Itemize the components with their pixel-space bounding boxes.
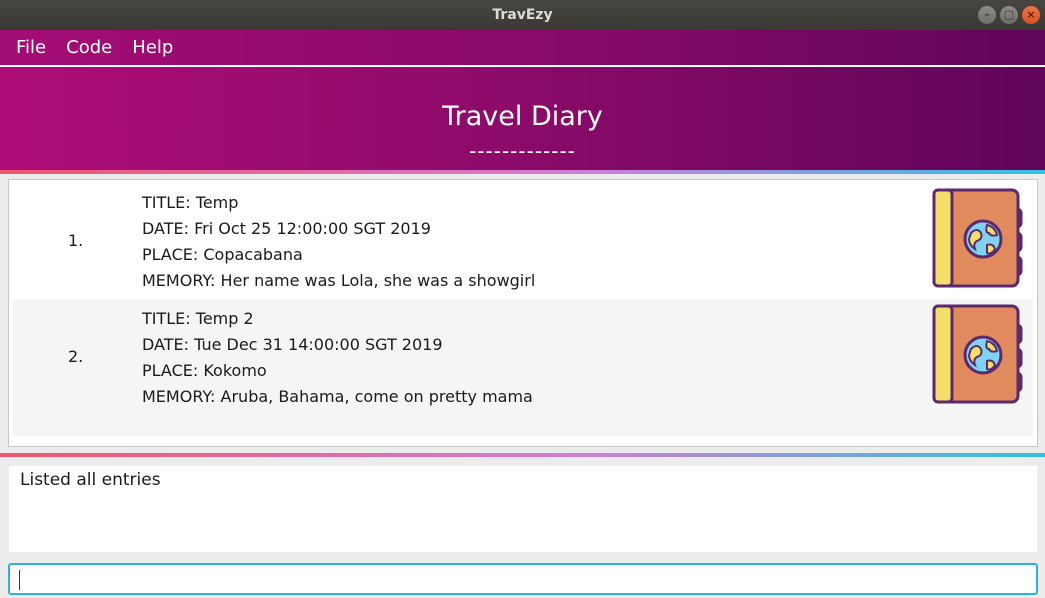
passport-globe-icon [932,304,1023,404]
entry-title: TITLE: Temp 2 [142,309,254,328]
entry-memory: MEMORY: Aruba, Bahama, come on pretty ma… [142,387,533,406]
page-title: Travel Diary [442,101,603,132]
entry-index: 1. [68,231,84,250]
entry-fields: TITLE: Temp DATE: Fri Oct 25 12:00:00 SG… [142,191,535,295]
accent-divider-top [0,170,1045,174]
entry-index: 2. [68,347,84,366]
passport-globe-icon [932,188,1023,288]
result-text: Listed all entries [20,470,161,490]
entry-list-panel[interactable]: 1. TITLE: Temp DATE: Fri Oct 25 12:00:00… [8,179,1038,447]
entry-memory: MEMORY: Her name was Lola, she was a sho… [142,271,536,290]
entry-fields: TITLE: Temp 2 DATE: Tue Dec 31 14:00:00 … [142,307,533,411]
menu-file[interactable]: File [6,37,56,58]
entry-place: PLACE: Kokomo [142,361,267,380]
menu-help[interactable]: Help [122,37,183,58]
entry-date: DATE: Tue Dec 31 14:00:00 SGT 2019 [142,335,443,354]
diary-header: Travel Diary ------------- [0,67,1045,170]
maximize-button[interactable]: □ [1000,6,1018,24]
minimize-button[interactable]: – [978,6,996,24]
entry-list: 1. TITLE: Temp DATE: Fri Oct 25 12:00:00… [13,183,1033,436]
list-item[interactable]: 2. TITLE: Temp 2 DATE: Tue Dec 31 14:00:… [13,299,1033,415]
entry-place: PLACE: Copacabana [142,245,303,264]
list-item[interactable]: 1. TITLE: Temp DATE: Fri Oct 25 12:00:00… [13,183,1033,299]
entry-title: TITLE: Temp [142,193,239,212]
entry-date: DATE: Fri Oct 25 12:00:00 SGT 2019 [142,219,431,238]
title-underline: ------------- [469,139,576,163]
command-input[interactable] [10,565,1036,593]
menu-bar: File Code Help [0,30,1045,65]
window-title: TravEzy [492,7,553,23]
text-caret [19,570,20,590]
command-box[interactable] [8,563,1038,595]
accent-divider-bottom [0,453,1045,457]
close-button[interactable]: × [1022,6,1040,24]
menu-code[interactable]: Code [56,37,122,58]
window-controls: – □ × [978,6,1040,24]
result-display[interactable]: Listed all entries [9,466,1037,552]
window-titlebar: TravEzy – □ × [0,0,1045,30]
